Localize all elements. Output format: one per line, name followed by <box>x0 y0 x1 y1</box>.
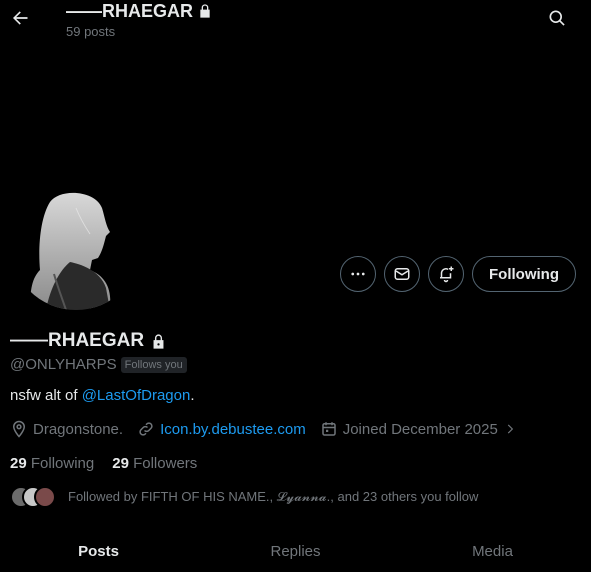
message-button[interactable] <box>384 256 421 292</box>
location-text: Dragonstone. <box>33 420 124 438</box>
followers-stat[interactable]: 29 Followers <box>112 455 197 472</box>
followed-by-text: Followed by FIFTH OF HIS NAME., 𝓛𝔂𝓪𝓷𝓷𝓪.,… <box>68 489 479 504</box>
bio-mention-link[interactable]: @LastOfDragon <box>82 387 191 404</box>
bio: nsfw alt of @LastOfDragon. <box>10 387 195 404</box>
tab-posts[interactable]: Posts <box>0 530 197 572</box>
website-link[interactable]: Icon.by.debustee.com <box>160 421 306 438</box>
display-name-dash: —— <box>10 330 48 351</box>
profile-meta: Dragonstone. Icon.by.debustee.com Joined… <box>10 420 531 438</box>
header-title-block: —— RHAEGAR 59 posts <box>66 0 213 39</box>
header-title-text: RHAEGAR <box>102 1 194 21</box>
lock-icon <box>200 4 210 18</box>
arrow-left-icon <box>13 11 28 25</box>
followed-by[interactable]: Followed by FIFTH OF HIS NAME., 𝓛𝔂𝓪𝓷𝓷𝓪.,… <box>10 484 478 510</box>
followed-by-avatars <box>10 484 58 510</box>
follow-stats: 29 Following 29 Followers <box>10 455 197 472</box>
back-button[interactable] <box>6 4 34 32</box>
followers-label: Followers <box>133 455 198 472</box>
chevron-right-icon[interactable] <box>503 422 517 436</box>
joined-date: Joined December 2025 <box>320 420 517 438</box>
profile-actions: Following <box>340 256 576 292</box>
location: Dragonstone. <box>10 420 123 438</box>
following-stat[interactable]: 29 Following <box>10 455 94 472</box>
following-button[interactable]: Following <box>472 256 576 292</box>
handle-row: @ONLYHARPS Follows you <box>10 356 187 373</box>
bell-plus-icon <box>440 266 454 283</box>
link-icon <box>139 422 153 436</box>
profile-avatar[interactable] <box>10 178 142 310</box>
tab-replies[interactable]: Replies <box>197 530 394 572</box>
display-name-text: RHAEGAR <box>48 330 145 351</box>
post-count: 59 posts <box>66 24 116 39</box>
tab-media[interactable]: Media <box>394 530 591 572</box>
handle: @ONLYHARPS <box>10 356 117 373</box>
more-dots-icon <box>351 272 365 276</box>
avatar <box>34 486 56 508</box>
display-name: —— RHAEGAR <box>10 330 167 352</box>
location-pin-icon <box>12 420 26 438</box>
header-title: —— RHAEGAR <box>66 0 213 22</box>
protected-lock-icon <box>153 333 164 349</box>
avatar-image <box>10 178 142 310</box>
bio-text: nsfw alt of <box>10 387 82 404</box>
notifications-button[interactable] <box>428 256 465 292</box>
top-bar: —— RHAEGAR 59 posts <box>0 0 591 44</box>
more-button[interactable] <box>340 256 377 292</box>
bio-suffix: . <box>190 387 195 404</box>
joined-text: Joined December 2025 <box>342 420 498 438</box>
calendar-icon <box>321 422 336 436</box>
following-label: Following <box>30 455 95 472</box>
search-button[interactable] <box>547 8 569 30</box>
envelope-icon <box>394 268 410 280</box>
follows-you-badge: Follows you <box>120 356 187 373</box>
followers-count: 29 <box>112 455 129 472</box>
following-count: 29 <box>10 455 27 472</box>
search-icon <box>549 10 565 26</box>
profile-tabs: Posts Replies Media <box>0 530 591 572</box>
header-title-dash: —— <box>66 1 102 21</box>
website[interactable]: Icon.by.debustee.com <box>137 420 306 438</box>
